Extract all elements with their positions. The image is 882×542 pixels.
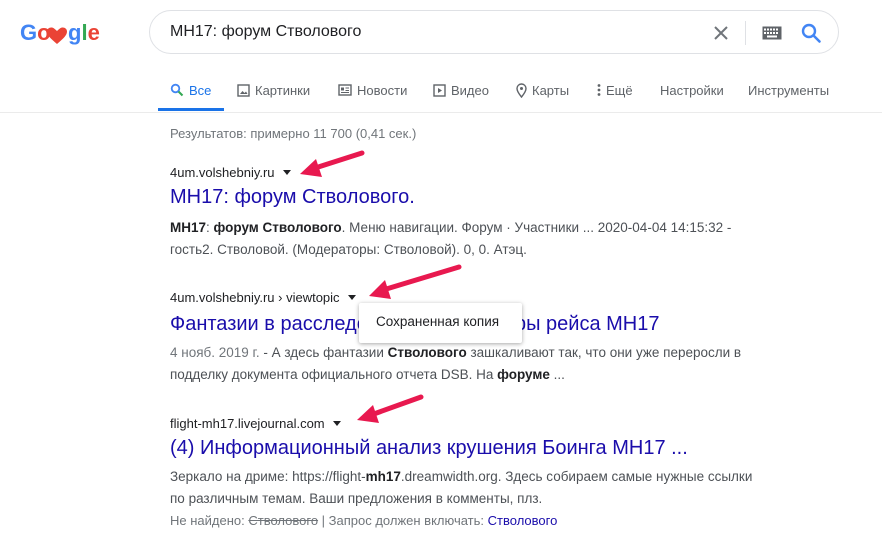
cached-copy-popup: Сохраненная копия [359, 303, 522, 343]
result-3-snippet: Зеркало на дриме: https://flight-mh17.dr… [170, 469, 753, 506]
must-include-link[interactable]: Стволового [488, 513, 558, 528]
cached-copy-link[interactable]: Сохраненная копия [376, 314, 499, 329]
dropdown-arrow-icon[interactable] [282, 170, 291, 175]
tab-all[interactable]: Все [170, 81, 211, 99]
more-vert-icon [597, 84, 601, 96]
tab-news[interactable]: Новости [338, 81, 407, 99]
tab-maps[interactable]: Карты [516, 81, 569, 99]
search-icon[interactable] [800, 22, 822, 44]
tab-tools[interactable]: Инструменты [748, 81, 829, 99]
result-1-title[interactable]: MH17: форум Стволового. [170, 186, 415, 209]
result-1-snippet: MH17: форум Стволового. Меню навигации. … [170, 220, 732, 257]
search-divider [745, 21, 746, 45]
video-icon [433, 83, 446, 97]
tab-settings[interactable]: Настройки [660, 81, 724, 99]
svg-text:gle: gle [68, 20, 100, 45]
tab-more[interactable]: Ещё [597, 81, 633, 99]
tab-video[interactable]: Видео [433, 81, 489, 99]
active-tab-indicator [158, 108, 224, 111]
result-stats: Результатов: примерно 11 700 (0,41 сек.) [170, 126, 417, 141]
svg-text:Go: Go [20, 20, 51, 45]
result-2-cite: 4um.volshebniy.ru › viewtopic [170, 290, 356, 305]
result-3-title[interactable]: (4) Информационный анализ крушения Боинг… [170, 437, 688, 460]
result-3-cite: flight-mh17.livejournal.com [170, 416, 341, 431]
image-icon [237, 83, 250, 97]
search-tabs: Все Картинки Новости Видео Карты Ещё Нас… [0, 76, 882, 113]
search-input[interactable]: MH17: форум Стволового [170, 23, 361, 41]
google-logo[interactable]: Go gle [20, 18, 100, 48]
annotation-arrow-icon [357, 394, 424, 423]
tab-images[interactable]: Картинки [237, 81, 310, 99]
dropdown-arrow-icon[interactable] [347, 295, 356, 300]
map-pin-icon [516, 82, 527, 98]
keyboard-icon[interactable] [762, 26, 782, 40]
dropdown-arrow-icon[interactable] [332, 421, 341, 426]
news-icon [338, 84, 352, 96]
result-1-cite: 4um.volshebniy.ru [170, 165, 291, 180]
result-2-snippet: 4 нояб. 2019 г. - А здесь фантазии Ствол… [170, 345, 742, 382]
annotation-arrow-icon [300, 150, 365, 177]
search-icon [170, 83, 184, 97]
clear-icon[interactable] [711, 23, 731, 43]
annotation-arrow-icon [369, 264, 462, 299]
search-box[interactable]: MH17: форум Стволового [149, 10, 839, 54]
missing-terms: Не найдено: Стволового | Запрос должен в… [170, 513, 558, 528]
